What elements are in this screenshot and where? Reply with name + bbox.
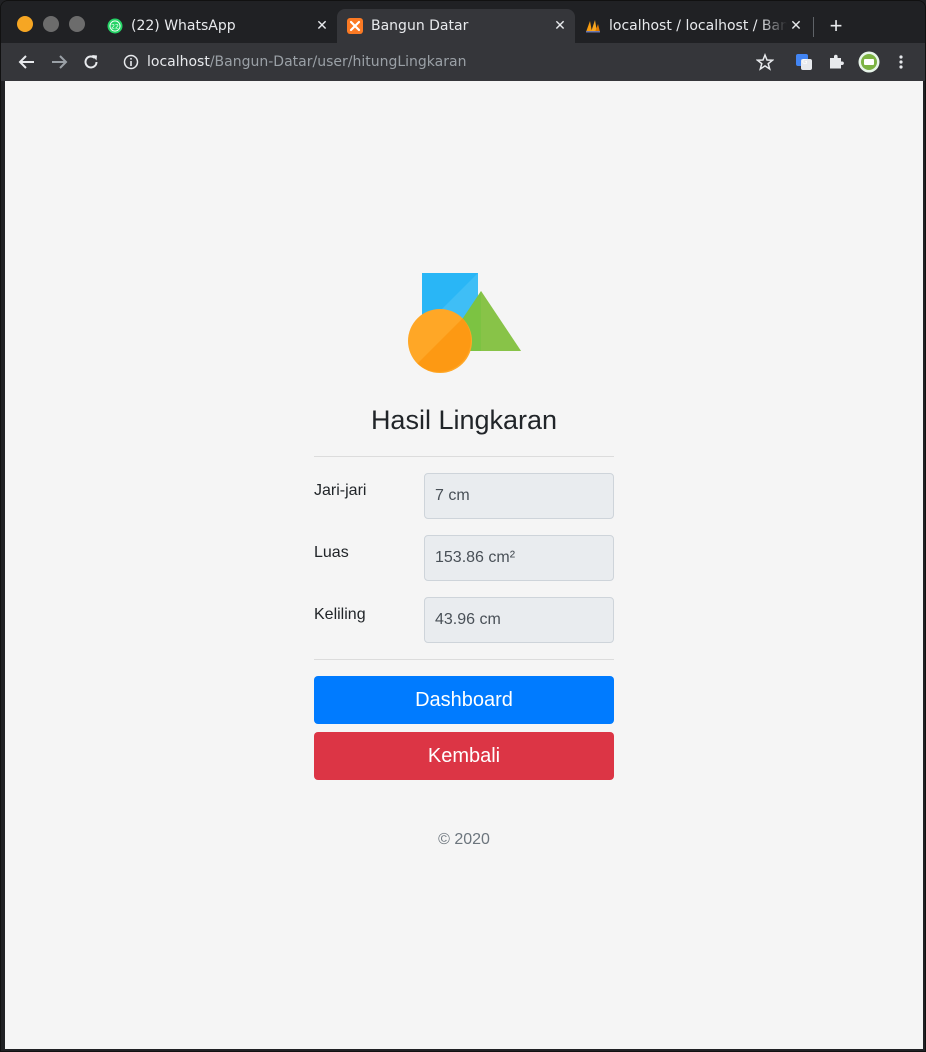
google-translate-icon: G: [796, 54, 812, 70]
bookmark-star-button[interactable]: [752, 49, 778, 75]
tab-close-icon[interactable]: ✕: [787, 17, 805, 35]
profile-avatar-button[interactable]: [856, 49, 882, 75]
arrow-left-icon: [18, 55, 34, 69]
translate-extension-button[interactable]: G: [791, 49, 817, 75]
shapes-logo-icon: [408, 273, 521, 373]
browser-menu-button[interactable]: [888, 49, 914, 75]
url-text: localhost/Bangun-Datar/user/hitungLingka…: [147, 54, 467, 70]
tab-label: (22) WhatsApp: [131, 18, 236, 34]
circumference-field[interactable]: 43.96 cm: [424, 597, 614, 643]
back-button[interactable]: [14, 49, 40, 75]
dashboard-button[interactable]: Dashboard: [314, 676, 614, 724]
reload-icon: [84, 55, 98, 69]
tab-bangun-datar[interactable]: Bangun Datar ✕: [337, 9, 575, 43]
xampp-icon: [347, 18, 363, 34]
window-frame: [1, 81, 5, 1051]
info-icon[interactable]: [123, 54, 139, 70]
tab-phpmyadmin[interactable]: localhost / localhost / Bangun ✕: [577, 9, 811, 43]
kebab-menu-icon: [899, 55, 903, 69]
divider: [314, 456, 614, 457]
tab-label: Bangun Datar: [371, 18, 469, 34]
radius-label: Jari-jari: [314, 482, 367, 499]
browser-toolbar: localhost/Bangun-Datar/user/hitungLingka…: [1, 43, 925, 81]
browser-window: 22 (22) WhatsApp ✕ Bangun Datar ✕ localh…: [0, 0, 926, 1052]
window-close-button[interactable]: [17, 16, 33, 32]
star-icon: [756, 53, 774, 71]
forward-button[interactable]: [46, 49, 72, 75]
svg-text:G: G: [802, 58, 807, 66]
arrow-right-icon: [52, 55, 68, 69]
tab-strip: 22 (22) WhatsApp ✕ Bangun Datar ✕ localh…: [1, 1, 925, 43]
whatsapp-badge: 22: [111, 23, 119, 30]
address-bar[interactable]: localhost/Bangun-Datar/user/hitungLingka…: [113, 47, 789, 77]
avatar-icon: [858, 51, 880, 73]
tab-separator: [813, 17, 814, 37]
footer-copyright: © 2020: [438, 831, 490, 848]
extensions-button[interactable]: [823, 49, 849, 75]
window-minimize-button[interactable]: [43, 16, 59, 32]
phpmyadmin-icon: [585, 18, 601, 34]
radius-field[interactable]: 7 cm: [424, 473, 614, 519]
area-label: Luas: [314, 544, 349, 561]
page-title: Hasil Lingkaran: [370, 405, 558, 435]
tab-label: localhost / localhost / Bangun: [609, 18, 787, 34]
reload-button[interactable]: [78, 49, 104, 75]
back-button[interactable]: Kembali: [314, 732, 614, 780]
tab-close-icon[interactable]: ✕: [551, 17, 569, 35]
area-field[interactable]: 153.86 cm²: [424, 535, 614, 581]
new-tab-button[interactable]: +: [823, 13, 849, 39]
tab-close-icon[interactable]: ✕: [313, 17, 331, 35]
tab-whatsapp[interactable]: 22 (22) WhatsApp ✕: [97, 9, 337, 43]
page-content: Hasil Lingkaran Jari-jari 7 cm Luas 153.…: [5, 81, 923, 1049]
circumference-label: Keliling: [314, 606, 366, 623]
divider: [314, 659, 614, 660]
window-maximize-button[interactable]: [69, 16, 85, 32]
whatsapp-icon: 22: [107, 18, 123, 34]
puzzle-icon: [830, 54, 844, 69]
